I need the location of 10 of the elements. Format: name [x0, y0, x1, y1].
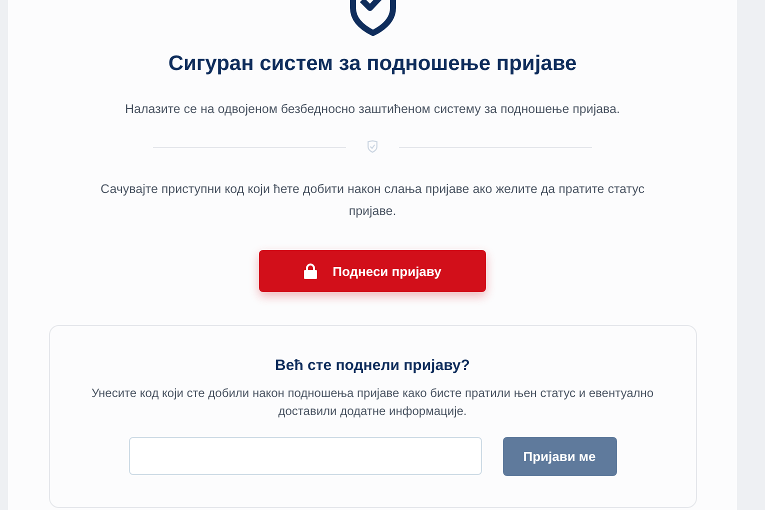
login-button[interactable]: Пријави ме [502, 436, 616, 476]
note-text: Сачувајте приступни код који ћете добити након слања пријаве ако желите да пратите статус пријаве. [100, 181, 646, 220]
submit-report-button[interactable]: Поднеси пријаву [259, 250, 486, 292]
panel-text: Унесите код који сте добили након подношења пријаве како бисте пратили њен статус и евентуално доставили додатне информације. [90, 384, 655, 420]
shield-check-icon [366, 140, 379, 154]
access-code-field[interactable] [128, 436, 482, 475]
panel-title: Већ сте поднели пријаву? [275, 356, 470, 376]
page-title: Сигуран систем за подношење пријаве [168, 51, 577, 77]
lock-icon [304, 263, 317, 280]
subtitle: Налазите се на одвојеном безбедносно заштићеном систему за подношење пријава. [125, 100, 620, 118]
